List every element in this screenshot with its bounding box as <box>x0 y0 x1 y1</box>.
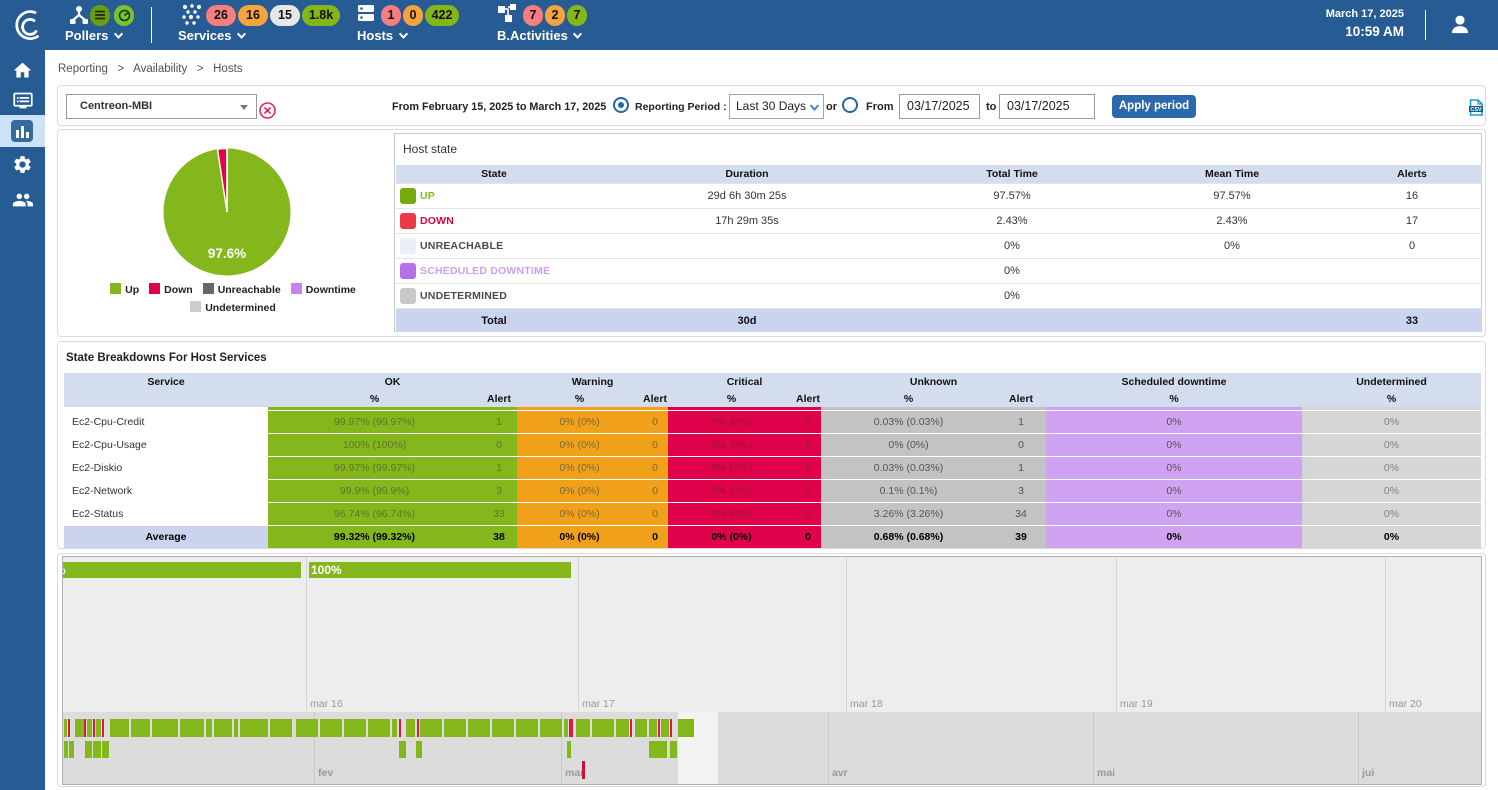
svg-text:CSV: CSV <box>1470 107 1482 113</box>
